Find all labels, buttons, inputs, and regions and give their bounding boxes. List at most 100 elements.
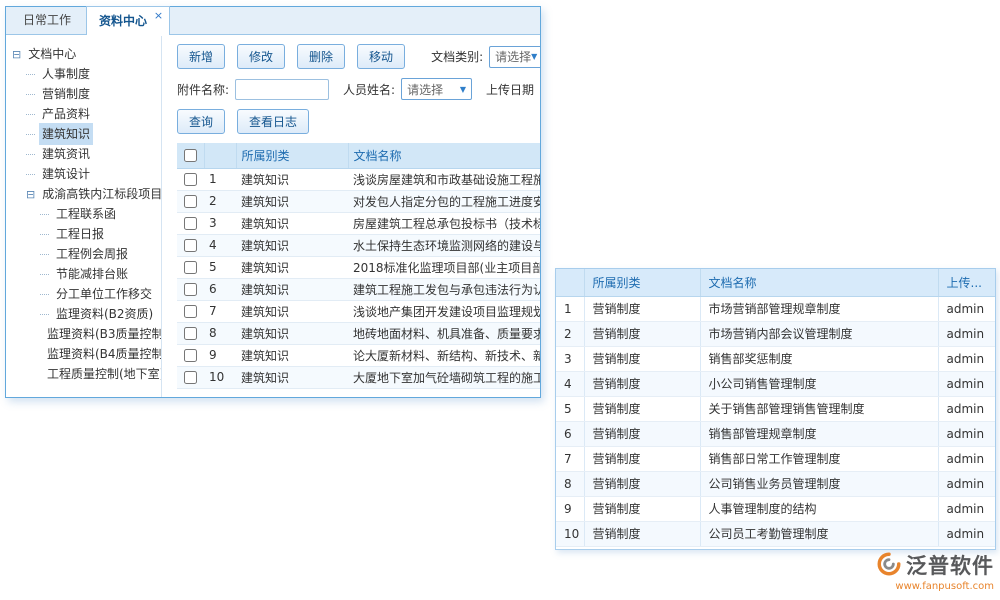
view-log-button[interactable]: 查看日志 — [237, 109, 309, 134]
row-category: 建筑知识 — [236, 322, 348, 344]
row-checkbox[interactable] — [184, 305, 197, 318]
table-row[interactable]: 3建筑知识房屋建筑工程总承包投标书（技术标）... — [177, 212, 540, 234]
tree-item-label: 工程日报 — [53, 223, 107, 245]
table-row[interactable]: 10建筑知识大厦地下室加气砼墙砌筑工程的施工方... — [177, 366, 540, 388]
tab-data-center[interactable]: 资料中心 × — [86, 6, 170, 35]
row-category: 建筑知识 — [236, 344, 348, 366]
tree-item-建筑知识[interactable]: 建筑知识 — [6, 124, 161, 144]
tree-item-工程联系函[interactable]: 工程联系函 — [6, 204, 161, 224]
row-checkbox[interactable] — [184, 173, 197, 186]
table-row[interactable]: 1营销制度市场营销部管理规章制度admin — [556, 296, 996, 321]
table-row[interactable]: 6建筑知识建筑工程施工发包与承包违法行为认定... — [177, 278, 540, 300]
brand-name: 泛普软件 — [906, 550, 994, 580]
tree-item-人事制度[interactable]: 人事制度 — [6, 64, 161, 84]
row-checkbox[interactable] — [184, 261, 197, 274]
row-category: 营销制度 — [584, 521, 700, 546]
row-docname: 房屋建筑工程总承包投标书（技术标）... — [348, 212, 540, 234]
row-number: 7 — [556, 446, 584, 471]
row-number: 9 — [204, 344, 236, 366]
table-row[interactable]: 2建筑知识对发包人指定分包的工程施工进度安排... — [177, 190, 540, 212]
tree-connector — [40, 294, 49, 295]
marketing-docs-window: 所属别类 文档名称 上传... 1营销制度市场营销部管理规章制度admin2营销… — [555, 268, 996, 550]
row-docname: 关于销售部管理销售管理制度 — [700, 396, 938, 421]
tree-item-label: 文档中心 — [25, 43, 79, 65]
modify-button[interactable]: 修改 — [237, 44, 285, 69]
table-row[interactable]: 4建筑知识水土保持生态环境监测网络的建设与资... — [177, 234, 540, 256]
person-name-select[interactable]: 请选择 ▼ — [401, 78, 472, 100]
doc-category-select[interactable]: 请选择 ▼ — [489, 46, 540, 68]
table-row[interactable]: 6营销制度销售部管理规章制度admin — [556, 421, 996, 446]
table-row[interactable]: 8建筑知识地砖地面材料、机具准备、质量要求及... — [177, 322, 540, 344]
select-all-checkbox[interactable] — [184, 149, 197, 162]
collapse-icon[interactable]: ⊟ — [12, 49, 21, 60]
tree-item-工程质量控制(地下室)[interactable]: 工程质量控制(地下室) — [6, 364, 161, 384]
tree-connector — [26, 174, 35, 175]
tree-item-监理资料(B4质量控制)[interactable]: 监理资料(B4质量控制) — [6, 344, 161, 364]
table-row[interactable]: 4营销制度小公司销售管理制度admin — [556, 371, 996, 396]
tree-item-分工单位工作移交[interactable]: 分工单位工作移交 — [6, 284, 161, 304]
table-row[interactable]: 7营销制度销售部日常工作管理制度admin — [556, 446, 996, 471]
row-checkbox[interactable] — [184, 283, 197, 296]
table-row[interactable]: 7建筑知识浅谈地产集团开发建设项目监理规划编... — [177, 300, 540, 322]
table-row[interactable]: 5建筑知识2018标准化监理项目部(业主项目部)人员... — [177, 256, 540, 278]
row-checkbox[interactable] — [184, 371, 197, 384]
table-row[interactable]: 3营销制度销售部奖惩制度admin — [556, 346, 996, 371]
row-checkbox[interactable] — [184, 327, 197, 340]
tree-connector — [40, 254, 49, 255]
tree-item-监理资料(B3质量控制)[interactable]: 监理资料(B3质量控制) — [6, 324, 161, 344]
row-uploader: admin — [938, 396, 996, 421]
move-button[interactable]: 移动 — [357, 44, 405, 69]
document-center-window: 日常工作 资料中心 × ⊟文档中心人事制度营销制度产品资料建筑知识建筑资讯建筑设… — [5, 6, 541, 398]
marketing-doc-table: 所属别类 文档名称 上传... 1营销制度市场营销部管理规章制度admin2营销… — [556, 269, 996, 547]
tree-item-工程例会周报[interactable]: 工程例会周报 — [6, 244, 161, 264]
row-category: 营销制度 — [584, 296, 700, 321]
row-uploader: admin — [938, 421, 996, 446]
tab-daily-work[interactable]: 日常工作 — [10, 5, 84, 34]
tree-item-监理资料(B2资质)[interactable]: 监理资料(B2资质) — [6, 304, 161, 324]
table-row[interactable]: 10营销制度公司员工考勤管理制度admin — [556, 521, 996, 546]
tree-item-label: 工程质量控制(地下室) — [44, 363, 162, 385]
row-checkbox[interactable] — [184, 195, 197, 208]
content-panel: 新增 修改 删除 移动 文档类别: 请选择 ▼ 文档 附件名称: 人员姓名: 请… — [163, 36, 540, 397]
row-uploader: admin — [938, 446, 996, 471]
table-row[interactable]: 5营销制度关于销售部管理销售管理制度admin — [556, 396, 996, 421]
tree-item-产品资料[interactable]: 产品资料 — [6, 104, 161, 124]
tree-item-文档中心[interactable]: ⊟ 文档中心 — [6, 44, 161, 64]
tree-item-label: 营销制度 — [39, 83, 93, 105]
row-category: 建筑知识 — [236, 234, 348, 256]
right-table-body: 1营销制度市场营销部管理规章制度admin2营销制度市场营销内部会议管理制度ad… — [556, 296, 996, 546]
row-docname: 公司销售业务员管理制度 — [700, 471, 938, 496]
tree-item-label: 成渝高铁内江标段项目 — [39, 183, 162, 205]
row-checkbox[interactable] — [184, 349, 197, 362]
tree-item-节能减排台账[interactable]: 节能减排台账 — [6, 264, 161, 284]
row-checkbox[interactable] — [184, 239, 197, 252]
row-uploader: admin — [938, 471, 996, 496]
query-button[interactable]: 查询 — [177, 109, 225, 134]
add-button[interactable]: 新增 — [177, 44, 225, 69]
collapse-icon[interactable]: ⊟ — [26, 189, 35, 200]
tree-item-营销制度[interactable]: 营销制度 — [6, 84, 161, 104]
tree-item-建筑资讯[interactable]: 建筑资讯 — [6, 144, 161, 164]
row-number: 1 — [556, 296, 584, 321]
table-row[interactable]: 9营销制度人事管理制度的结构admin — [556, 496, 996, 521]
document-table: 所属别类 文档名称 1建筑知识浅谈房屋建筑和市政基础设施工程施工...2建筑知识… — [177, 143, 540, 389]
brand-url: www.fanpusoft.com — [876, 581, 994, 592]
table-row[interactable]: 1建筑知识浅谈房屋建筑和市政基础设施工程施工... — [177, 168, 540, 190]
attachment-name-input[interactable] — [235, 79, 329, 100]
tree-item-label: 监理资料(B2资质) — [53, 303, 156, 325]
tree-item-建筑设计[interactable]: 建筑设计 — [6, 164, 161, 184]
close-icon[interactable]: × — [154, 9, 163, 22]
person-name-value: 请选择 — [407, 81, 443, 98]
tree-item-成渝高铁内江标段项目[interactable]: ⊟ 成渝高铁内江标段项目 — [6, 184, 161, 204]
table-row[interactable]: 2营销制度市场营销内部会议管理制度admin — [556, 321, 996, 346]
row-checkbox[interactable] — [184, 217, 197, 230]
tree-connector — [40, 214, 49, 215]
row-docname: 浅谈房屋建筑和市政基础设施工程施工... — [348, 168, 540, 190]
tree-item-label: 工程例会周报 — [53, 243, 131, 265]
table-row[interactable]: 9建筑知识论大厦新材料、新结构、新技术、新工... — [177, 344, 540, 366]
tree-item-工程日报[interactable]: 工程日报 — [6, 224, 161, 244]
docname-column-header: 文档名称 — [700, 269, 938, 296]
delete-button[interactable]: 删除 — [297, 44, 345, 69]
tree-connector — [26, 114, 35, 115]
table-row[interactable]: 8营销制度公司销售业务员管理制度admin — [556, 471, 996, 496]
